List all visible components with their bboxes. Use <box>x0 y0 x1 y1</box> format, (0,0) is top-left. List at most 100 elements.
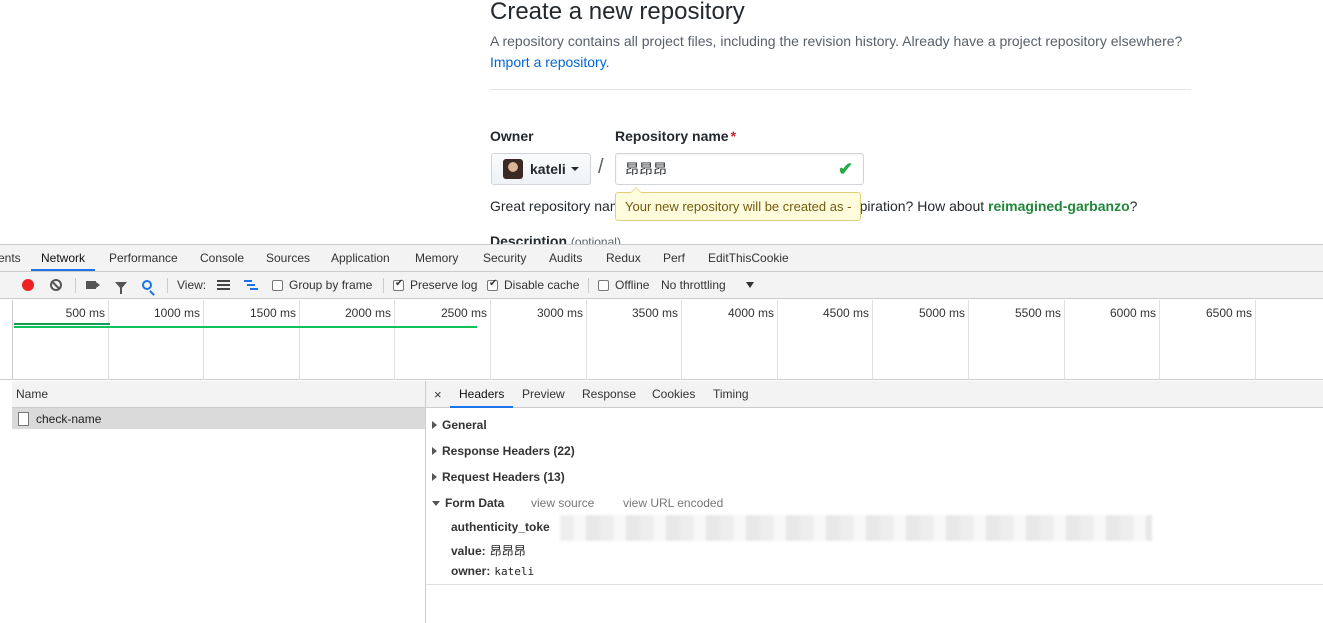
overview-tick-label: 500 ms <box>65 306 105 320</box>
preserve-log-checkbox[interactable]: Preserve log <box>393 272 477 298</box>
overview-gridline <box>203 300 204 380</box>
disable-cache-checkbox[interactable]: Disable cache <box>487 272 579 298</box>
overview-tick-label: 4500 ms <box>822 306 869 320</box>
suggested-name[interactable]: reimagined-garbanzo <box>988 198 1130 214</box>
request-bar <box>14 323 110 325</box>
view-source-link[interactable]: view source <box>531 496 594 510</box>
overview-tick-label: 6000 ms <box>1109 306 1156 320</box>
search-button[interactable] <box>142 272 152 298</box>
overview-gridline <box>1255 300 1256 380</box>
page-subtitle: A repository contains all project files,… <box>490 33 1183 49</box>
filter-button[interactable] <box>115 272 127 298</box>
divider <box>75 278 76 293</box>
clear-icon <box>50 279 62 291</box>
screenshot-button[interactable] <box>86 272 100 298</box>
record-icon <box>22 279 34 291</box>
expand-icon <box>432 447 437 455</box>
waterfall-icon <box>244 280 258 290</box>
overview-tick-label: 5500 ms <box>1014 306 1061 320</box>
offline-checkbox[interactable]: Offline <box>598 272 649 298</box>
overview-tick-label: 3000 ms <box>536 306 583 320</box>
tab-cookies[interactable]: Cookies <box>652 381 695 408</box>
overview-tick-label: 5000 ms <box>918 306 965 320</box>
network-toolbar: View: Group by frame Preserve log Disabl… <box>0 272 1323 299</box>
github-page: Create a new repository A repository con… <box>0 0 1323 244</box>
overview-tick-label: 2000 ms <box>344 306 391 320</box>
request-row[interactable]: check-name <box>12 408 425 429</box>
waterfall-button[interactable] <box>244 272 258 298</box>
clear-button[interactable] <box>50 272 62 298</box>
close-icon[interactable]: × <box>434 381 442 408</box>
requests-list: Name check-name <box>12 381 426 623</box>
repository-name-tooltip: Your new repository will be created as - <box>615 187 862 221</box>
document-icon <box>18 411 29 426</box>
camera-icon <box>86 281 100 289</box>
tab-performance[interactable]: Performance <box>109 245 178 271</box>
owner-repo-separator: / <box>598 156 604 178</box>
request-bar <box>14 326 477 328</box>
divider <box>588 278 589 293</box>
search-icon <box>142 280 152 290</box>
general-section-toggle[interactable]: General <box>432 418 487 432</box>
list-icon <box>217 280 230 290</box>
response-headers-toggle[interactable]: Response Headers (22) <box>432 444 575 458</box>
checkbox-icon <box>272 279 283 291</box>
tab-security[interactable]: Security <box>483 245 526 271</box>
repository-name-input[interactable] <box>615 153 864 185</box>
overview-gridline <box>394 300 395 380</box>
overview-gridline <box>872 300 873 380</box>
throttling-select[interactable]: No throttling <box>661 272 754 298</box>
required-mark: * <box>730 128 737 144</box>
tab-preview[interactable]: Preview <box>522 381 565 408</box>
tab-network[interactable]: Network <box>31 245 96 271</box>
overview-tick-label: 1000 ms <box>153 306 200 320</box>
overview-gridline <box>777 300 778 380</box>
tab-timing[interactable]: Timing <box>713 381 749 408</box>
request-headers-toggle[interactable]: Request Headers (13) <box>432 470 565 484</box>
filter-icon <box>115 281 127 294</box>
tab-console[interactable]: Console <box>200 245 244 271</box>
name-column-header[interactable]: Name <box>12 381 425 408</box>
tab-response[interactable]: Response <box>582 381 636 408</box>
overview-tick-label: 4000 ms <box>727 306 774 320</box>
form-field-owner: owner: kateli <box>451 564 535 578</box>
divider <box>12 300 13 380</box>
tab-redux[interactable]: Redux <box>606 245 641 271</box>
overview-gridline <box>1159 300 1160 380</box>
tab-sources[interactable]: Sources <box>266 245 310 271</box>
form-field-value: value: 昂昂昂 <box>451 544 526 558</box>
tab-elements[interactable]: ents <box>0 245 21 271</box>
record-button[interactable] <box>22 272 34 298</box>
tab-editthiscookie[interactable]: EditThisCookie <box>708 245 789 271</box>
overview-gridline <box>299 300 300 380</box>
divider <box>383 278 384 293</box>
owner-name: kateli <box>530 161 566 177</box>
page-title: Create a new repository <box>490 0 745 25</box>
checkbox-icon <box>487 278 498 291</box>
large-rows-button[interactable] <box>217 272 230 298</box>
tab-application[interactable]: Application <box>331 245 390 271</box>
overview-tick-label: 1500 ms <box>249 306 296 320</box>
view-label: View: <box>177 278 207 292</box>
owner-label: Owner <box>490 128 534 144</box>
tab-memory[interactable]: Memory <box>415 245 458 271</box>
request-name: check-name <box>36 411 102 426</box>
import-repository-link[interactable]: Import a repository. <box>490 54 610 70</box>
overview-gridline <box>586 300 587 380</box>
collapse-icon <box>432 500 440 506</box>
tab-audits[interactable]: Audits <box>549 245 582 271</box>
overview-gridline <box>968 300 969 380</box>
form-data-toggle[interactable]: Form Data <box>432 496 504 510</box>
tab-headers[interactable]: Headers <box>450 381 514 408</box>
view-url-encoded-link[interactable]: view URL encoded <box>623 496 723 510</box>
owner-select[interactable]: kateli <box>491 153 591 185</box>
overview-tick-label: 3500 ms <box>631 306 678 320</box>
network-overview[interactable]: 500 ms 1000 ms 1500 ms 2000 ms 2500 ms 3000 m… <box>0 300 1323 380</box>
redacted-token <box>560 515 1152 541</box>
tab-perf[interactable]: Perf <box>663 245 685 271</box>
devtools-panel: ents Network Performance Console Sources… <box>0 244 1323 623</box>
group-by-frame-checkbox[interactable]: Group by frame <box>272 272 372 298</box>
overview-gridline <box>1064 300 1065 380</box>
expand-icon <box>432 473 437 481</box>
repository-name-label: Repository name * <box>615 128 737 144</box>
